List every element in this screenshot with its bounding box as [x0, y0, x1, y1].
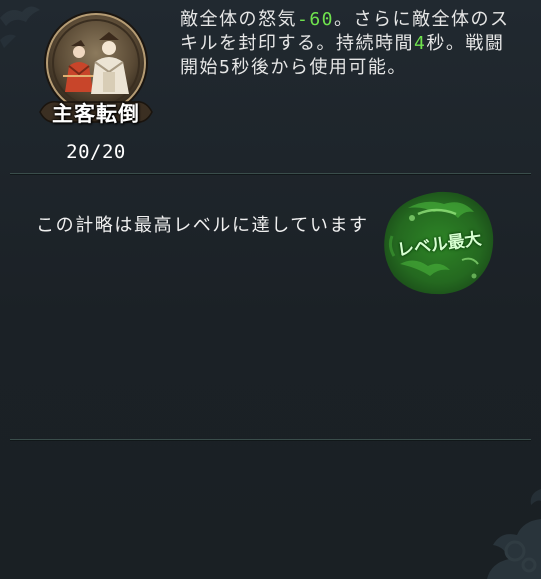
- skill-count: 20/20: [66, 141, 126, 163]
- max-level-message: この計略は最高レベルに達しています: [36, 215, 369, 236]
- rage-value: -60: [297, 9, 335, 30]
- duration-value: 4: [414, 33, 427, 54]
- skill-name: 主客転倒: [52, 101, 140, 126]
- level-max-stamp: レベル最大: [378, 186, 500, 300]
- divider: [10, 439, 531, 440]
- skill-description: 敵全体の怒気-60。さらに敵全体のスキルを封印する。持続時間4秒。戦闘開始5秒後…: [180, 8, 522, 80]
- skill-detail-panel: 主客転倒 20/20 敵全体の怒気-60。さらに敵全体のスキルを封印する。持続時…: [0, 0, 541, 579]
- divider: [10, 173, 531, 174]
- cloud-ornament-bottom-right: [487, 489, 541, 579]
- skill-icon[interactable]: 主客転倒: [38, 10, 154, 126]
- description-text: 敵全体の怒気: [180, 9, 297, 30]
